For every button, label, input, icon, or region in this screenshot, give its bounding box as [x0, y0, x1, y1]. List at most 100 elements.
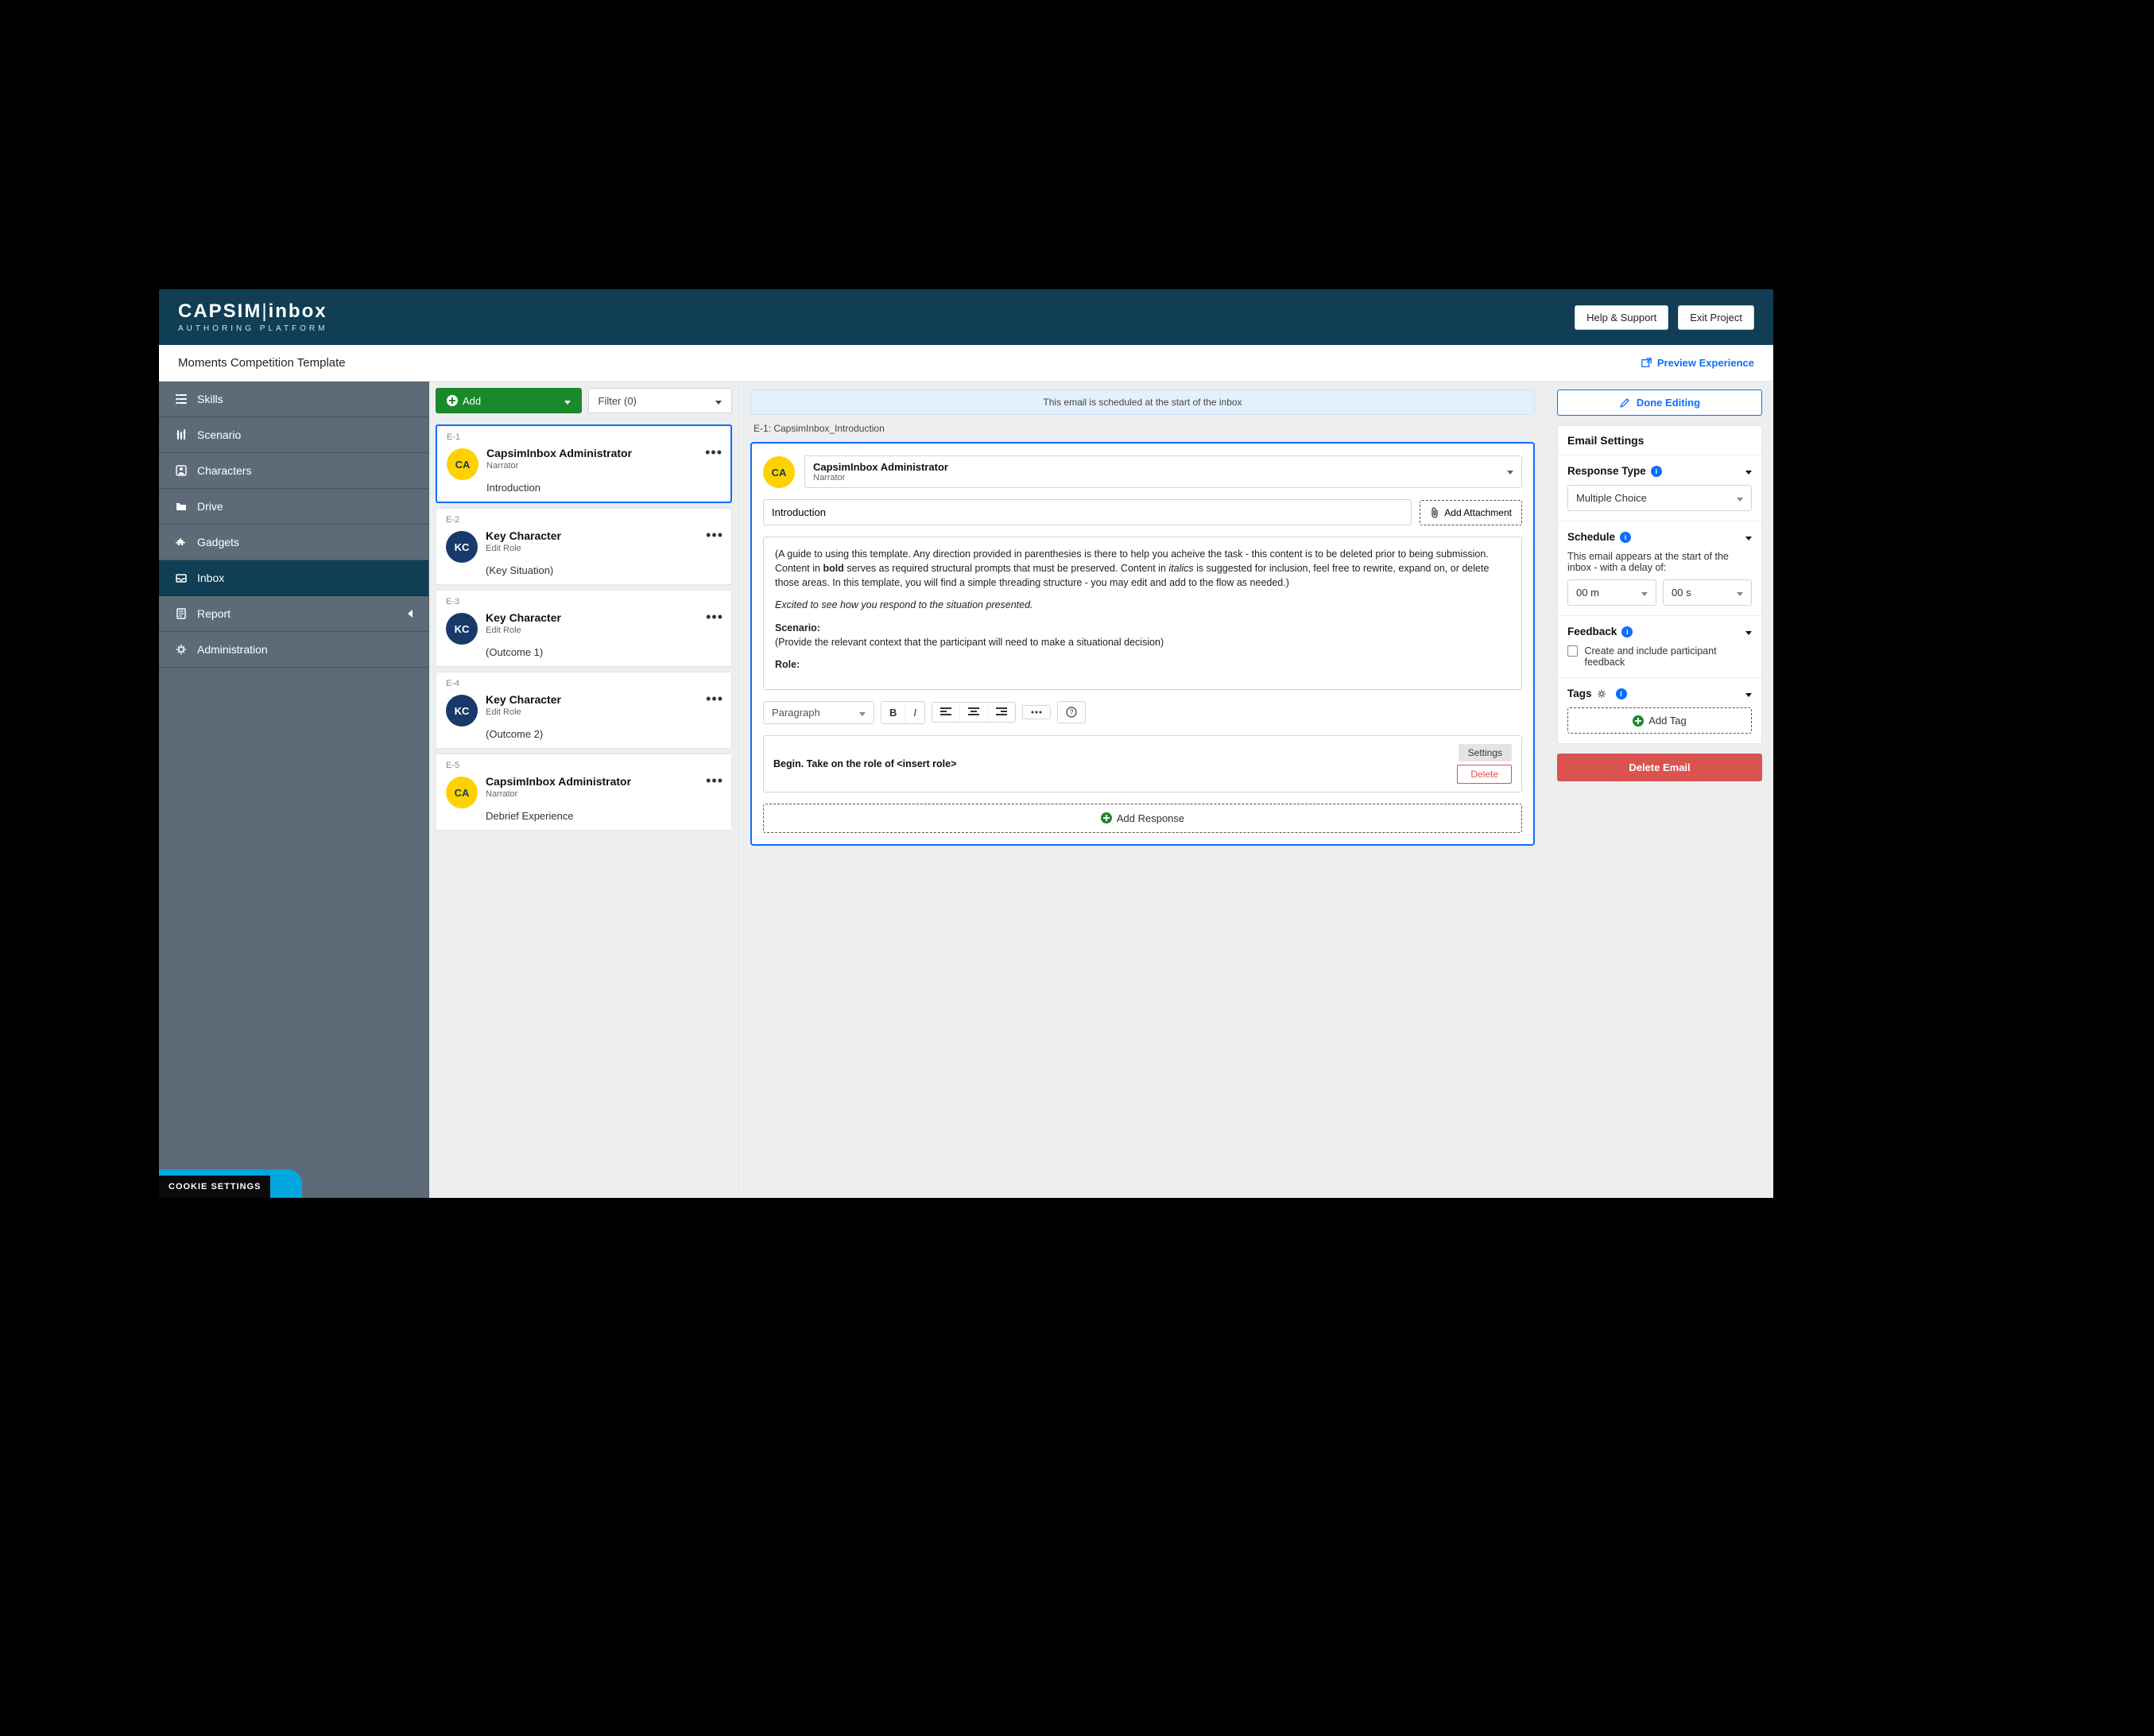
- delay-seconds-select[interactable]: 00 s: [1663, 579, 1752, 606]
- done-editing-button[interactable]: Done Editing: [1557, 389, 1762, 416]
- sidebar-item-administration[interactable]: Administration: [159, 632, 428, 668]
- chevron-down-icon: [1745, 626, 1752, 637]
- from-label: CapsimInbox Administrator: [486, 775, 722, 788]
- project-title: Moments Competition Template: [178, 356, 346, 370]
- bold-button[interactable]: B: [881, 702, 905, 723]
- role-label: Edit Role: [486, 544, 722, 553]
- sidebar-label: Report: [197, 607, 231, 620]
- editor-column: This email is scheduled at the start of …: [739, 382, 1546, 1198]
- role-label: Edit Role: [486, 707, 722, 717]
- subject-label: (Outcome 1): [486, 646, 722, 658]
- gear-icon[interactable]: [1597, 689, 1606, 699]
- add-tag-button[interactable]: Add Tag: [1567, 707, 1752, 734]
- email-card[interactable]: E-5 ••• CA CapsimInbox Administrator Nar…: [436, 754, 732, 831]
- header-bar: CAPSIM|inbox AUTHORING PLATFORM Help & S…: [159, 289, 1773, 345]
- subject-input[interactable]: [763, 499, 1412, 525]
- gear-icon: [175, 644, 188, 655]
- more-menu-button[interactable]: •••: [706, 695, 723, 703]
- cookie-settings-button[interactable]: COOKIE SETTINGS: [159, 1172, 270, 1198]
- tags-header[interactable]: Tags i: [1567, 688, 1752, 699]
- plus-icon: [1101, 812, 1112, 823]
- response-type-select[interactable]: Multiple Choice: [1567, 485, 1752, 511]
- email-card[interactable]: E-2 ••• KC Key Character Edit Role (Key …: [436, 508, 732, 585]
- email-id: E-1: [447, 432, 721, 442]
- sidebar-item-report[interactable]: Report: [159, 596, 428, 632]
- info-icon: i: [1616, 688, 1627, 699]
- more-menu-button[interactable]: •••: [706, 531, 723, 539]
- sidebar-label: Scenario: [197, 428, 241, 441]
- more-menu-button[interactable]: •••: [705, 448, 723, 456]
- pencil-icon: [1619, 397, 1630, 409]
- subject-label: (Key Situation): [486, 564, 722, 576]
- editor-toolbar: Paragraph B I: [763, 701, 1522, 724]
- doc-icon: [175, 608, 188, 619]
- from-select[interactable]: CapsimInbox Administrator Narrator: [804, 455, 1522, 488]
- email-id: E-4: [446, 679, 722, 688]
- response-text[interactable]: Begin. Take on the role of <insert role>: [773, 758, 1457, 769]
- sidebar-label: Gadgets: [197, 536, 239, 548]
- list-icon: [175, 393, 188, 405]
- exit-project-button[interactable]: Exit Project: [1678, 305, 1754, 330]
- schedule-header[interactable]: Schedulei: [1567, 531, 1752, 543]
- chevron-down-icon: [1745, 688, 1752, 699]
- italic-button[interactable]: I: [905, 702, 924, 723]
- align-left-button[interactable]: [932, 703, 960, 722]
- app-frame: CAPSIM|inbox AUTHORING PLATFORM Help & S…: [159, 289, 1773, 1198]
- help-support-button[interactable]: Help & Support: [1575, 305, 1668, 330]
- email-card[interactable]: E-3 ••• KC Key Character Edit Role (Outc…: [436, 590, 732, 667]
- open-external-icon: [1641, 358, 1652, 369]
- align-center-button[interactable]: [960, 703, 988, 722]
- settings-column: Done Editing Email Settings Response Typ…: [1546, 382, 1773, 1198]
- delete-email-button[interactable]: Delete Email: [1557, 754, 1762, 781]
- sidebar-label: Skills: [197, 393, 223, 405]
- add-button[interactable]: Add: [436, 388, 582, 413]
- response-settings-button[interactable]: Settings: [1459, 744, 1512, 761]
- schedule-note: This email is scheduled at the start of …: [750, 389, 1535, 415]
- sidebar-label: Drive: [197, 500, 223, 513]
- more-options-button[interactable]: [1023, 706, 1050, 719]
- sidebar-item-scenario[interactable]: Scenario: [159, 417, 428, 453]
- sidebar-item-skills[interactable]: Skills: [159, 382, 428, 417]
- sidebar: Skills Scenario Characters Drive Gadgets: [159, 382, 429, 1198]
- sidebar-item-gadgets[interactable]: Gadgets: [159, 525, 428, 560]
- sidebar-item-drive[interactable]: Drive: [159, 489, 428, 525]
- add-response-button[interactable]: Add Response: [763, 804, 1522, 833]
- email-id: E-3: [446, 597, 722, 606]
- response-type-header[interactable]: Response Typei: [1567, 465, 1752, 477]
- help-button[interactable]: ?: [1058, 702, 1085, 723]
- inbox-icon: [175, 572, 188, 583]
- sidebar-label: Administration: [197, 643, 268, 656]
- add-attachment-button[interactable]: Add Attachment: [1420, 500, 1522, 525]
- sidebar-item-inbox[interactable]: Inbox: [159, 560, 428, 596]
- more-menu-button[interactable]: •••: [706, 613, 723, 621]
- align-right-button[interactable]: [988, 703, 1015, 722]
- paragraph-style-select[interactable]: Paragraph: [763, 701, 874, 724]
- response-delete-button[interactable]: Delete: [1457, 765, 1512, 784]
- sidebar-item-characters[interactable]: Characters: [159, 453, 428, 489]
- logo-secondary: inbox: [269, 300, 327, 322]
- email-body-editor[interactable]: (A guide to using this template. Any dir…: [763, 537, 1522, 690]
- email-card[interactable]: E-1 ••• CA CapsimInbox Administrator Nar…: [436, 424, 732, 503]
- from-label: CapsimInbox Administrator: [486, 447, 721, 459]
- info-icon: i: [1620, 532, 1631, 543]
- email-editor-panel: CA CapsimInbox Administrator Narrator: [750, 442, 1535, 846]
- svg-text:?: ?: [1070, 708, 1074, 716]
- chevron-down-icon: [859, 707, 866, 719]
- filter-select[interactable]: Filter (0): [588, 388, 733, 413]
- user-icon: [175, 465, 188, 476]
- email-settings-panel: Email Settings Response Typei Multiple C…: [1557, 425, 1762, 744]
- from-label: Key Character: [486, 693, 722, 706]
- subject-label: (Outcome 2): [486, 728, 722, 740]
- email-card[interactable]: E-4 ••• KC Key Character Edit Role (Outc…: [436, 672, 732, 749]
- feedback-checkbox[interactable]: [1567, 645, 1578, 657]
- delay-minutes-select[interactable]: 00 m: [1567, 579, 1656, 606]
- chevron-down-icon: [715, 395, 722, 407]
- feedback-header[interactable]: Feedbacki: [1567, 626, 1752, 637]
- more-menu-button[interactable]: •••: [706, 777, 723, 785]
- preview-experience-link[interactable]: Preview Experience: [1641, 357, 1754, 369]
- role-label: Edit Role: [486, 626, 722, 635]
- logo-subtitle: AUTHORING PLATFORM: [178, 324, 327, 334]
- puzzle-icon: [175, 537, 188, 548]
- chevron-down-icon: [1507, 464, 1513, 479]
- subheader: Moments Competition Template Preview Exp…: [159, 345, 1773, 382]
